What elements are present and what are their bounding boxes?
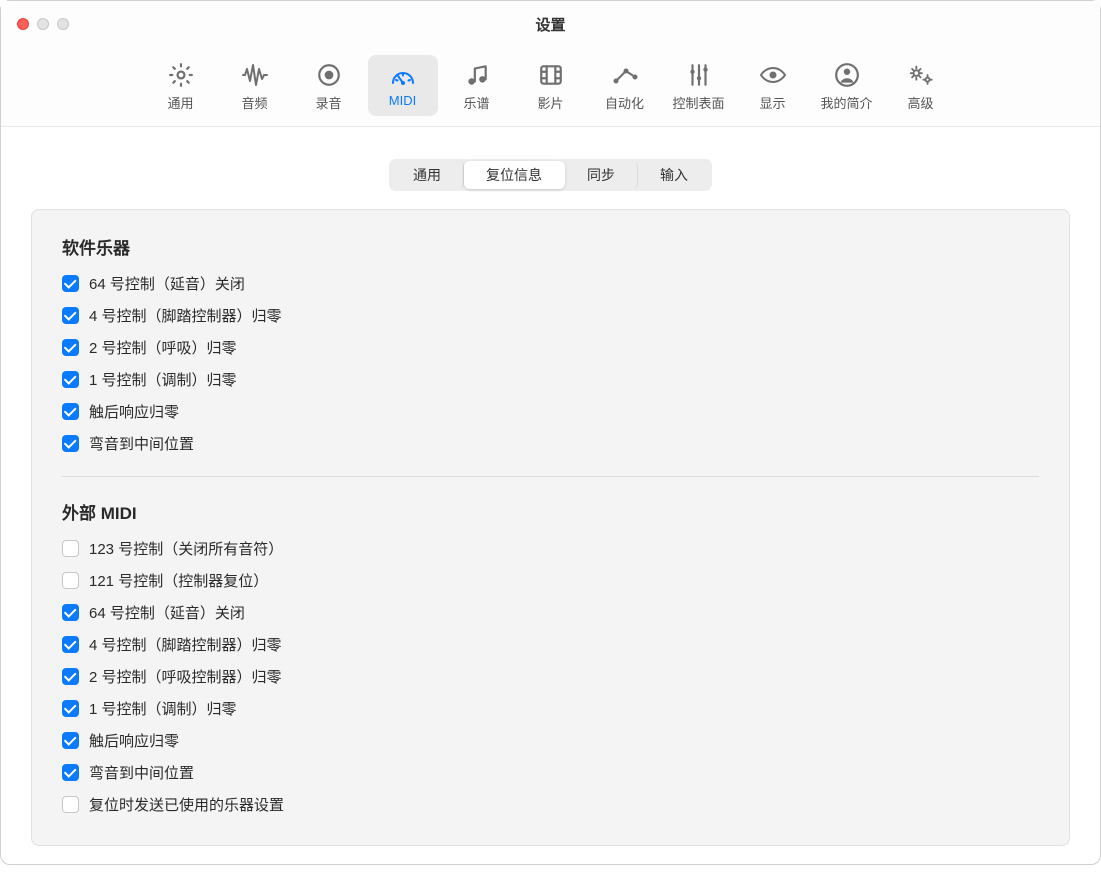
checkbox-label: 121 号控制（控制器复位） xyxy=(89,570,268,591)
toolbar-tab-profile[interactable]: 我的简介 xyxy=(812,55,882,116)
checkbox[interactable] xyxy=(62,435,79,452)
toolbar-tab-display[interactable]: 显示 xyxy=(738,55,808,116)
checkbox[interactable] xyxy=(62,403,79,420)
checklist-software: 64 号控制（延音）关闭 4 号控制（脚踏控制器）归零 2 号控制（呼吸）归零 1 号… xyxy=(62,273,1039,454)
toolbar-label: 我的简介 xyxy=(820,93,872,112)
checkbox[interactable] xyxy=(62,371,79,388)
checkbox-label: 123 号控制（关闭所有音符） xyxy=(89,538,283,559)
eye-icon xyxy=(759,61,787,89)
toolbar-tab-general[interactable]: 通用 xyxy=(146,55,216,116)
film-icon xyxy=(537,61,565,89)
toolbar-tab-score[interactable]: 乐谱 xyxy=(442,55,512,116)
checkbox[interactable] xyxy=(62,700,79,717)
toolbar-label: 音频 xyxy=(241,93,267,112)
toolbar-label: 显示 xyxy=(759,93,785,112)
toolbar-tab-audio[interactable]: 音频 xyxy=(220,55,290,116)
automation-icon xyxy=(611,61,639,89)
checkbox-label: 64 号控制（延音）关闭 xyxy=(89,602,245,623)
check-row: 1 号控制（调制）归零 xyxy=(62,698,1039,719)
checkbox[interactable] xyxy=(62,604,79,621)
content-area: 通用复位信息同步输入 软件乐器 64 号控制（延音）关闭 4 号控制（脚踏控制器）… xyxy=(1,127,1100,876)
notes-icon xyxy=(463,61,491,89)
checkbox[interactable] xyxy=(62,307,79,324)
check-row: 弯音到中间位置 xyxy=(62,433,1039,454)
toolbar-label: 乐谱 xyxy=(463,93,489,112)
checkbox[interactable] xyxy=(62,732,79,749)
checkbox[interactable] xyxy=(62,572,79,589)
toolbar-tab-midi[interactable]: MIDI xyxy=(368,55,438,116)
person-icon xyxy=(833,61,861,89)
check-row: 1 号控制（调制）归零 xyxy=(62,369,1039,390)
checkbox[interactable] xyxy=(62,636,79,653)
toolbar-label: 自动化 xyxy=(605,93,644,112)
checkbox[interactable] xyxy=(62,339,79,356)
toolbar-label: 通用 xyxy=(167,93,193,112)
toolbar-tab-movie[interactable]: 影片 xyxy=(516,55,586,116)
titlebar: 设置 xyxy=(1,1,1100,47)
sliders-icon xyxy=(685,61,713,89)
checkbox[interactable] xyxy=(62,668,79,685)
checkbox-label: 4 号控制（脚踏控制器）归零 xyxy=(89,305,282,326)
check-row: 64 号控制（延音）关闭 xyxy=(62,273,1039,294)
divider xyxy=(62,476,1039,477)
checkbox-label: 64 号控制（延音）关闭 xyxy=(89,273,245,294)
checkbox-label: 复位时发送已使用的乐器设置 xyxy=(89,794,284,815)
toolbar-label: 高级 xyxy=(907,93,933,112)
toolbar-label: 录音 xyxy=(315,93,341,112)
checklist-external: 123 号控制（关闭所有音符） 121 号控制（控制器复位） 64 号控制（延音）关… xyxy=(62,538,1039,815)
checkbox[interactable] xyxy=(62,540,79,557)
gauge-icon xyxy=(389,61,417,89)
toolbar-tab-surfaces[interactable]: 控制表面 xyxy=(664,55,734,116)
checkbox[interactable] xyxy=(62,796,79,813)
toolbar-tab-automation[interactable]: 自动化 xyxy=(590,55,660,116)
checkbox-label: 触后响应归零 xyxy=(89,730,179,751)
close-button[interactable] xyxy=(17,18,29,30)
checkbox-label: 弯音到中间位置 xyxy=(89,762,194,783)
zoom-button[interactable] xyxy=(57,18,69,30)
checkbox-label: 触后响应归零 xyxy=(89,401,179,422)
waveform-icon xyxy=(241,61,269,89)
check-row: 2 号控制（呼吸）归零 xyxy=(62,337,1039,358)
record-icon xyxy=(315,61,343,89)
checkbox-label: 2 号控制（呼吸）归零 xyxy=(89,337,237,358)
subtabs-container: 通用复位信息同步输入 xyxy=(31,159,1070,191)
subtab-input[interactable]: 输入 xyxy=(638,161,710,189)
traffic-lights xyxy=(17,18,69,30)
toolbar-tab-record[interactable]: 录音 xyxy=(294,55,364,116)
gears-icon xyxy=(907,61,935,89)
check-row: 触后响应归零 xyxy=(62,401,1039,422)
checkbox-label: 1 号控制（调制）归零 xyxy=(89,698,237,719)
checkbox-label: 4 号控制（脚踏控制器）归零 xyxy=(89,634,282,655)
toolbar-tab-advanced[interactable]: 高级 xyxy=(886,55,956,116)
check-row: 123 号控制（关闭所有音符） xyxy=(62,538,1039,559)
check-row: 触后响应归零 xyxy=(62,730,1039,751)
settings-panel: 软件乐器 64 号控制（延音）关闭 4 号控制（脚踏控制器）归零 2 号控制（呼吸）… xyxy=(31,209,1070,846)
toolbar-label: 影片 xyxy=(537,93,563,112)
toolbar: 通用 音频 录音 MIDI 乐谱 影片 自动化 控制表面 显示 我的简介 高级 xyxy=(1,47,1100,127)
checkbox[interactable] xyxy=(62,764,79,781)
section-title-software: 软件乐器 xyxy=(62,234,1039,259)
checkbox-label: 弯音到中间位置 xyxy=(89,433,194,454)
subtab-reset[interactable]: 复位信息 xyxy=(464,161,565,189)
section-title-external: 外部 MIDI xyxy=(62,499,1039,524)
check-row: 复位时发送已使用的乐器设置 xyxy=(62,794,1039,815)
minimize-button[interactable] xyxy=(37,18,49,30)
window-title: 设置 xyxy=(535,14,565,35)
check-row: 4 号控制（脚踏控制器）归零 xyxy=(62,305,1039,326)
subtab-general[interactable]: 通用 xyxy=(391,161,464,189)
subtab-sync[interactable]: 同步 xyxy=(565,161,638,189)
toolbar-label: MIDI xyxy=(389,93,416,108)
gear-icon xyxy=(167,61,195,89)
segmented-control: 通用复位信息同步输入 xyxy=(389,159,712,191)
check-row: 64 号控制（延音）关闭 xyxy=(62,602,1039,623)
checkbox-label: 2 号控制（呼吸控制器）归零 xyxy=(89,666,282,687)
check-row: 弯音到中间位置 xyxy=(62,762,1039,783)
check-row: 121 号控制（控制器复位） xyxy=(62,570,1039,591)
check-row: 4 号控制（脚踏控制器）归零 xyxy=(62,634,1039,655)
check-row: 2 号控制（呼吸控制器）归零 xyxy=(62,666,1039,687)
checkbox-label: 1 号控制（调制）归零 xyxy=(89,369,237,390)
checkbox[interactable] xyxy=(62,275,79,292)
toolbar-label: 控制表面 xyxy=(672,93,724,112)
